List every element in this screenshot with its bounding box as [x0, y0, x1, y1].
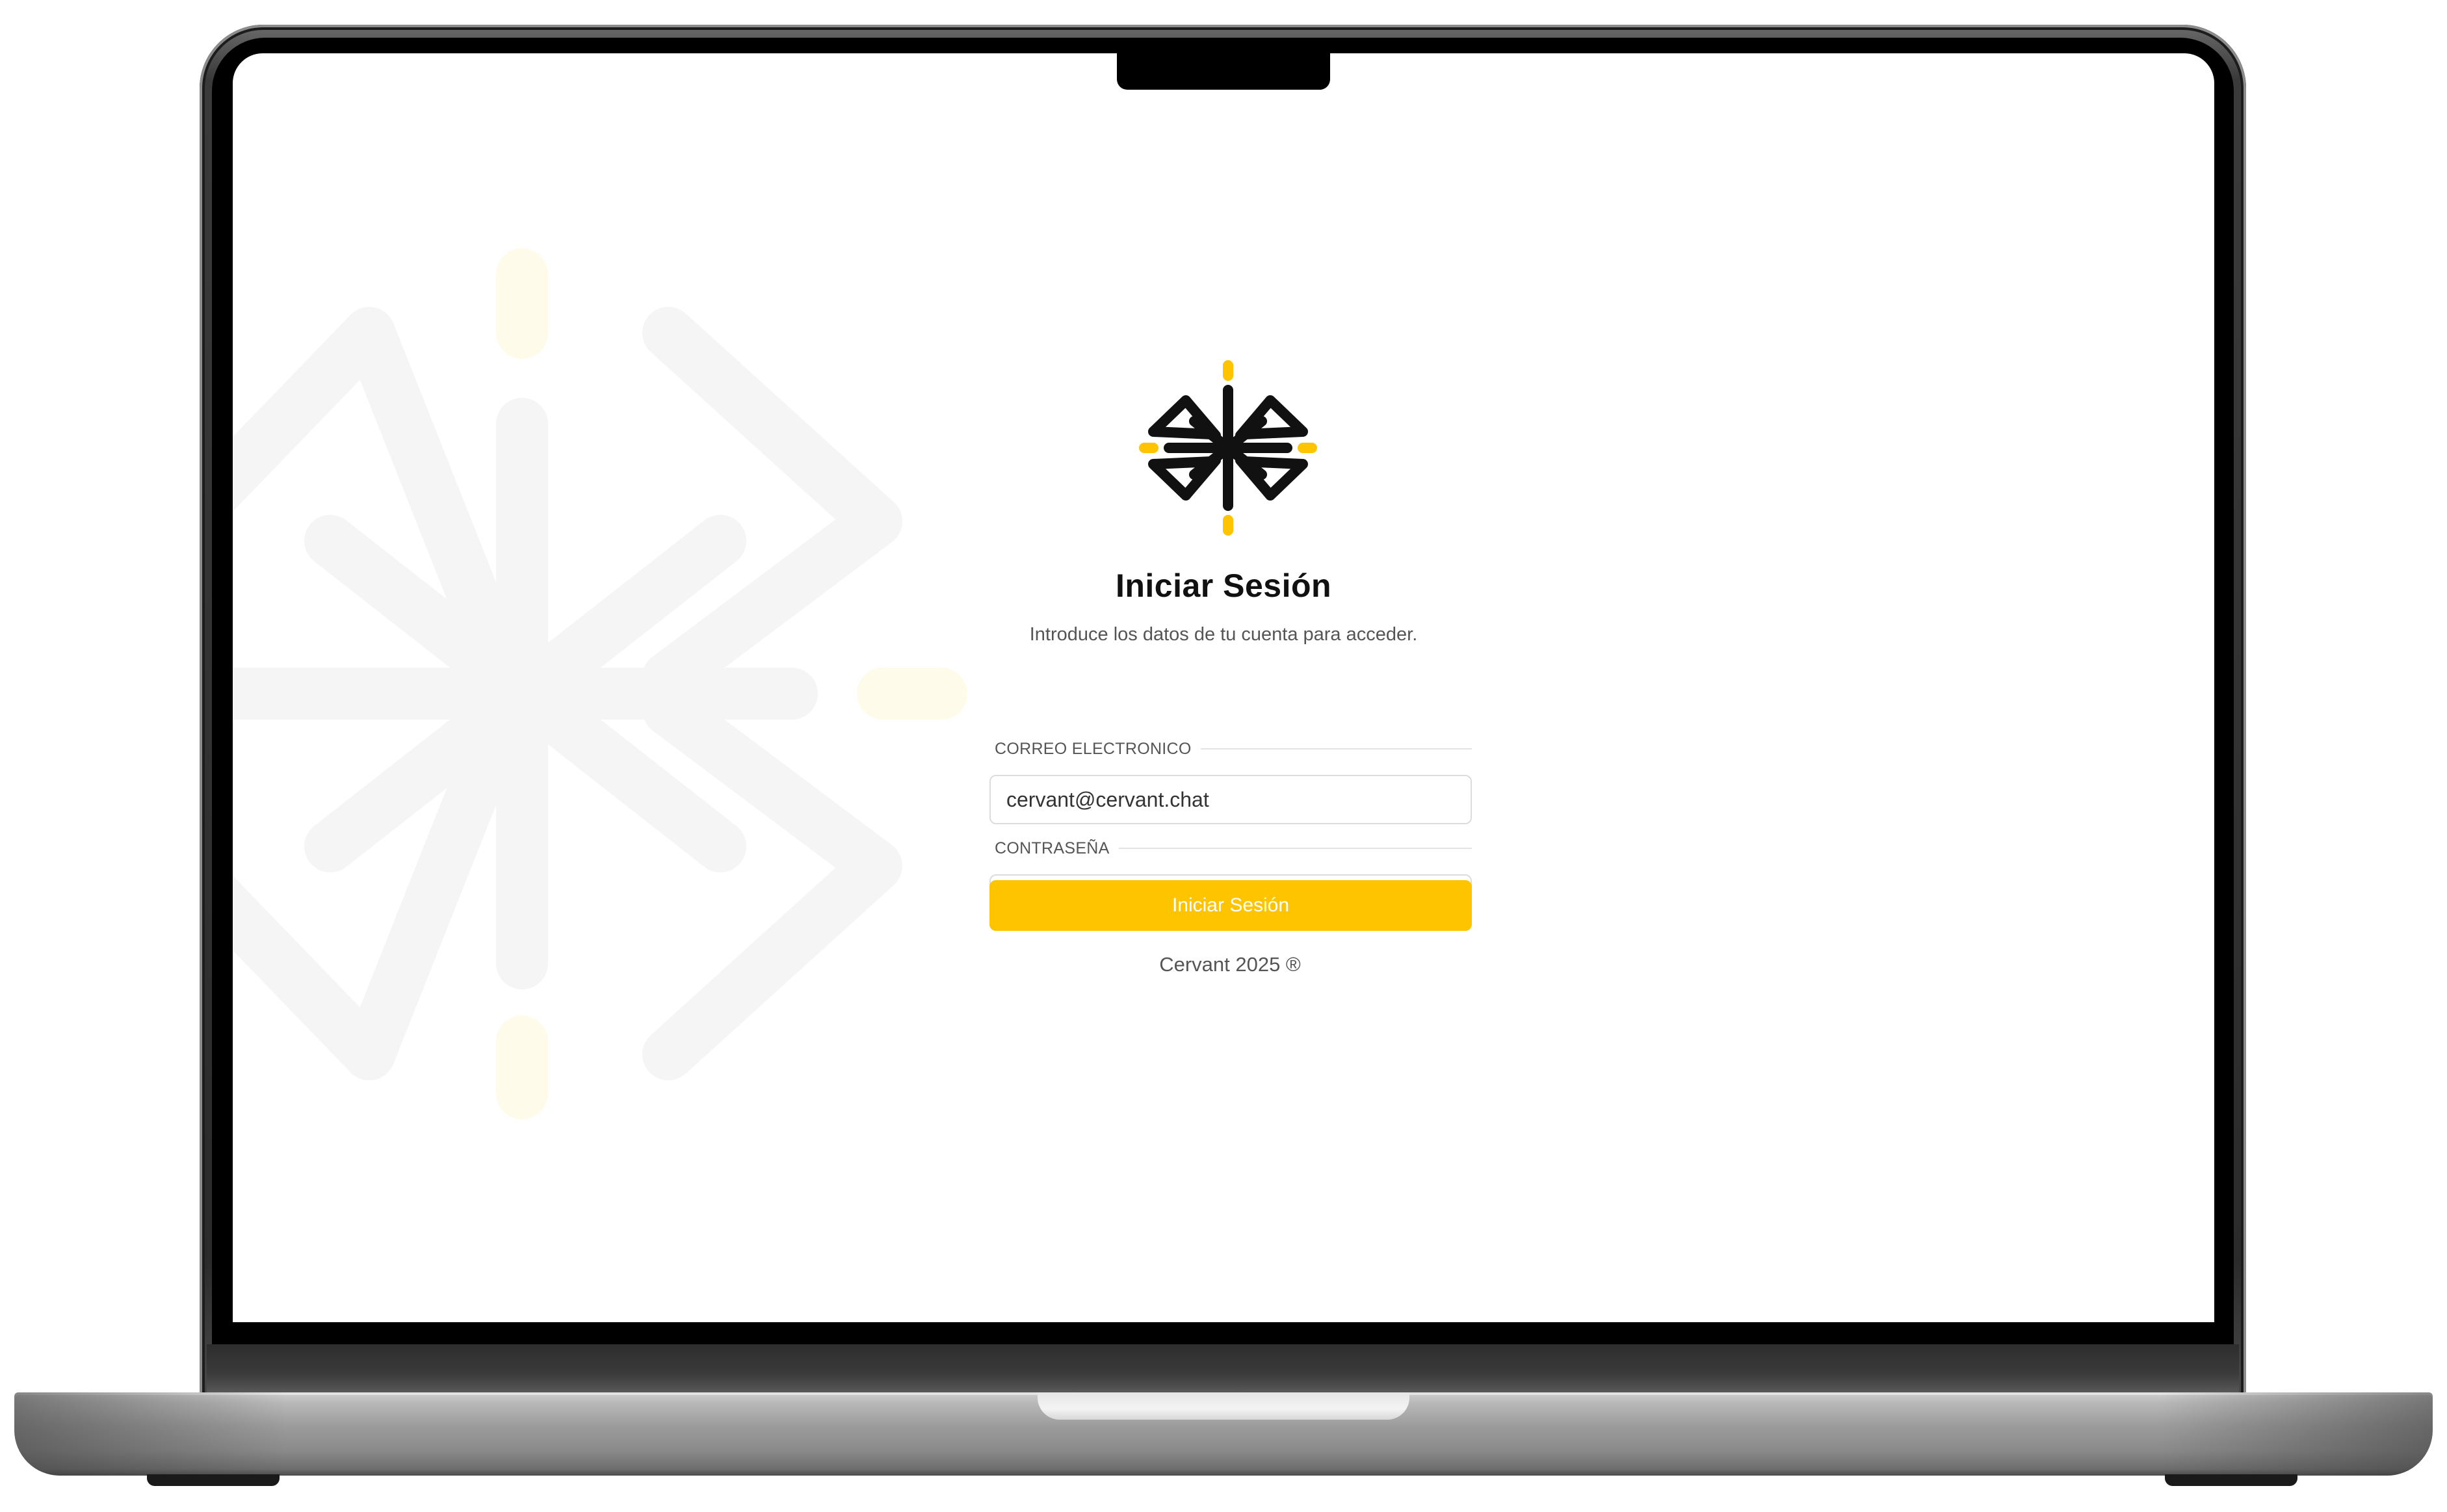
laptop-screen-chin: [207, 1344, 2239, 1394]
page-title: Iniciar Sesión: [1115, 567, 1332, 604]
laptop-base-shade-left: [14, 1392, 287, 1476]
password-label-divider: [1118, 848, 1472, 849]
email-label-row: CORREO ELECTRONICO: [989, 736, 1472, 762]
laptop-foot-left: [147, 1474, 280, 1486]
laptop-mockup: Iniciar Sesión Introduce los datos de tu…: [0, 0, 2447, 1512]
laptop-foot-right: [2165, 1474, 2297, 1486]
email-field[interactable]: [989, 775, 1472, 824]
password-label-row: CONTRASEÑA: [989, 835, 1472, 861]
background-logo-watermark: [233, 248, 967, 1119]
laptop-open-notch: [1038, 1392, 1409, 1420]
login-submit-button[interactable]: Iniciar Sesión: [989, 880, 1472, 931]
laptop-base-shade-right: [2160, 1392, 2433, 1476]
camera-notch: [1117, 52, 1330, 90]
password-label: CONTRASEÑA: [995, 839, 1110, 857]
email-label-divider: [1200, 748, 1472, 749]
cervant-logo-icon: [1139, 360, 1317, 536]
copyright-footer: Cervant 2025 ®: [1159, 953, 1301, 976]
page-subtitle: Introduce los datos de tu cuenta para ac…: [1029, 624, 1418, 645]
email-label: CORREO ELECTRONICO: [995, 739, 1192, 758]
login-screen: Iniciar Sesión Introduce los datos de tu…: [233, 53, 2214, 1322]
